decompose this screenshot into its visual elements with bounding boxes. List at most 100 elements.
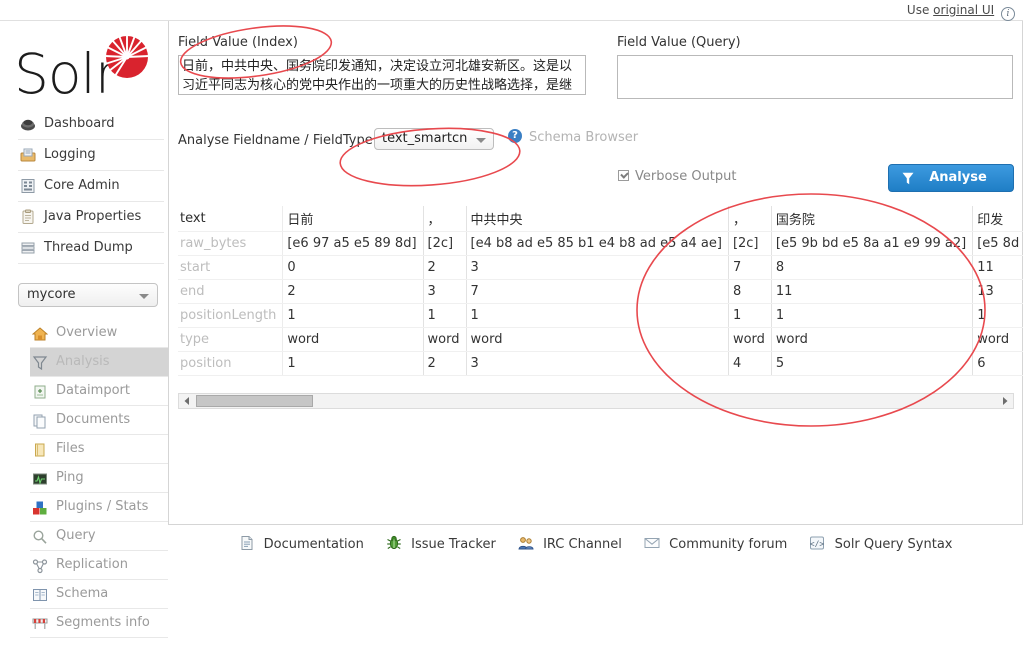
use-original-ui-prefix: Use xyxy=(906,3,930,17)
sunburst-icon xyxy=(103,33,151,78)
footer-link-documentation[interactable]: Documentation xyxy=(239,525,364,565)
original-ui-link[interactable]: original UI xyxy=(933,3,994,17)
sidebar-item-dashboard[interactable]: Dashboard xyxy=(18,109,164,140)
footer-link-issue-tracker[interactable]: Issue Tracker xyxy=(386,525,496,565)
cell-position-3: 4 xyxy=(728,351,772,376)
thread-dump-icon xyxy=(21,242,35,254)
sidebar-item-documents[interactable]: Documents xyxy=(30,406,168,435)
sidebar-item-label: Ping xyxy=(56,470,84,485)
verbose-output-checkbox[interactable] xyxy=(618,170,629,181)
document-icon xyxy=(241,536,252,550)
row-label-position: position xyxy=(178,351,284,376)
replication-icon xyxy=(32,559,48,574)
core-selector-value: mycore xyxy=(27,287,76,302)
core-admin-icon xyxy=(21,179,35,193)
sidebar-item-schema[interactable]: Schema xyxy=(30,580,168,609)
envelope-icon xyxy=(644,538,660,548)
overview-icon xyxy=(32,327,48,341)
sidebar-item-label: Replication xyxy=(56,557,128,572)
cell-end-0: 2 xyxy=(282,279,424,304)
info-icon[interactable]: i xyxy=(1001,7,1015,21)
footer-link-label: Community forum xyxy=(669,537,788,552)
sidebar-item-analysis[interactable]: Analysis xyxy=(30,348,168,377)
cell-position-length-4: 1 xyxy=(771,303,974,328)
row-label-raw-bytes: raw_bytes xyxy=(178,231,284,256)
sidebar-item-label: Documents xyxy=(56,412,131,427)
analyse-values-button[interactable]: Analyse Values xyxy=(888,164,1014,211)
sidebar-item-overview[interactable]: Overview xyxy=(30,319,168,348)
sidebar-item-dataimport[interactable]: Dataimport xyxy=(30,377,168,406)
table-row: start 0 2 3 7 8 11 xyxy=(178,255,1023,280)
analysis-icon xyxy=(32,356,48,371)
sidebar-item-core-admin[interactable]: Core Admin xyxy=(18,171,164,202)
table-row: text 日前 ， 中共中央 ， 国务院 印发 xyxy=(178,206,1023,232)
solr-logo[interactable]: Solr xyxy=(14,29,159,115)
cell-position-length-3: 1 xyxy=(728,303,772,328)
sidebar-item-label: Query xyxy=(56,528,96,543)
analyse-values-label: Analyse Values xyxy=(929,170,987,211)
segments-info-icon xyxy=(32,618,48,629)
verbose-output-toggle[interactable]: Verbose Output xyxy=(618,169,737,184)
row-label-position-length: positionLength xyxy=(178,303,284,328)
bug-icon xyxy=(387,535,401,549)
use-original-ui[interactable]: Use original UI i xyxy=(907,3,1015,21)
row-label-start: start xyxy=(178,255,284,280)
fieldtype-select[interactable]: text_smartcn xyxy=(374,128,494,150)
dataimport-icon xyxy=(34,385,46,399)
documents-icon xyxy=(33,414,46,429)
cell-raw-bytes-5: [e5 8d b0 e5 8f 91 xyxy=(972,231,1023,256)
field-value-index-input[interactable] xyxy=(178,55,586,95)
footer-link-solr-query-syntax[interactable]: </> Solr Query Syntax xyxy=(809,525,953,565)
cell-position-4: 5 xyxy=(771,351,974,376)
table-row: position 1 2 3 4 5 6 xyxy=(178,351,1023,376)
cell-text-1: ， xyxy=(423,206,467,232)
sidebar-item-query[interactable]: Query xyxy=(30,522,168,551)
java-properties-icon xyxy=(22,209,34,224)
sidebar-item-plugins-stats[interactable]: Plugins / Stats xyxy=(30,493,168,522)
plugins-stats-icon xyxy=(33,501,47,515)
scroll-thumb[interactable] xyxy=(196,395,313,407)
files-icon xyxy=(35,443,45,457)
footer-link-irc-channel[interactable]: IRC Channel xyxy=(518,525,622,565)
logging-icon xyxy=(20,148,36,162)
cell-raw-bytes-3: [2c] xyxy=(728,231,772,256)
sidebar-item-logging[interactable]: Logging xyxy=(18,140,164,171)
sidebar-item-files[interactable]: Files xyxy=(30,435,168,464)
arrow-left-icon[interactable] xyxy=(182,396,192,406)
help-icon[interactable]: ? xyxy=(508,129,522,143)
schema-browser-link[interactable]: Schema Browser xyxy=(529,130,638,145)
sidebar-item-label: Segments info xyxy=(56,615,150,630)
cell-raw-bytes-2: [e4 b8 ad e5 85 b1 e4 b8 ad e5 a4 ae] xyxy=(466,231,729,256)
dashboard-icon xyxy=(21,119,35,131)
cell-end-3: 8 xyxy=(728,279,772,304)
sidebar-item-replication[interactable]: Replication xyxy=(30,551,168,580)
field-value-index-block: Field Value (Index) xyxy=(178,35,586,99)
chevron-down-icon xyxy=(139,294,149,299)
field-value-query-input[interactable] xyxy=(617,55,1013,99)
cell-text-2: 中共中央 xyxy=(466,206,729,232)
sidebar-item-segments-info[interactable]: Segments info xyxy=(30,609,168,638)
core-selector[interactable]: mycore xyxy=(18,283,158,307)
sidebar-item-label: Dashboard xyxy=(44,116,115,131)
sidebar-item-java-properties[interactable]: Java Properties xyxy=(18,202,164,233)
cell-type-3: word xyxy=(728,327,772,352)
footer-link-community-forum[interactable]: Community forum xyxy=(644,525,787,565)
cell-end-1: 3 xyxy=(423,279,467,304)
schema-icon xyxy=(33,589,47,601)
cell-text-5: 印发 xyxy=(972,206,1023,232)
cell-start-0: 0 xyxy=(282,255,424,280)
verbose-output-label: Verbose Output xyxy=(635,169,737,184)
sidebar-item-label: Logging xyxy=(44,147,96,162)
footer: Documentation Issue Tracker IRC Channel xyxy=(168,525,1023,565)
results-horizontal-scrollbar[interactable] xyxy=(178,393,1014,409)
cell-text-0: 日前 xyxy=(282,206,424,232)
fieldtype-select-value: text_smartcn xyxy=(382,131,468,146)
sidebar-item-label: Plugins / Stats xyxy=(56,499,149,514)
arrow-right-icon[interactable] xyxy=(1000,396,1010,406)
top-bar: Use original UI i xyxy=(0,0,1023,21)
sidebar-item-thread-dump[interactable]: Thread Dump xyxy=(18,233,164,264)
analyse-controls-row: Analyse Fieldname / FieldType: text_smar… xyxy=(178,126,1014,211)
sidebar-item-ping[interactable]: Ping xyxy=(30,464,168,493)
cell-start-5: 11 xyxy=(972,255,1023,280)
cell-start-4: 8 xyxy=(771,255,974,280)
